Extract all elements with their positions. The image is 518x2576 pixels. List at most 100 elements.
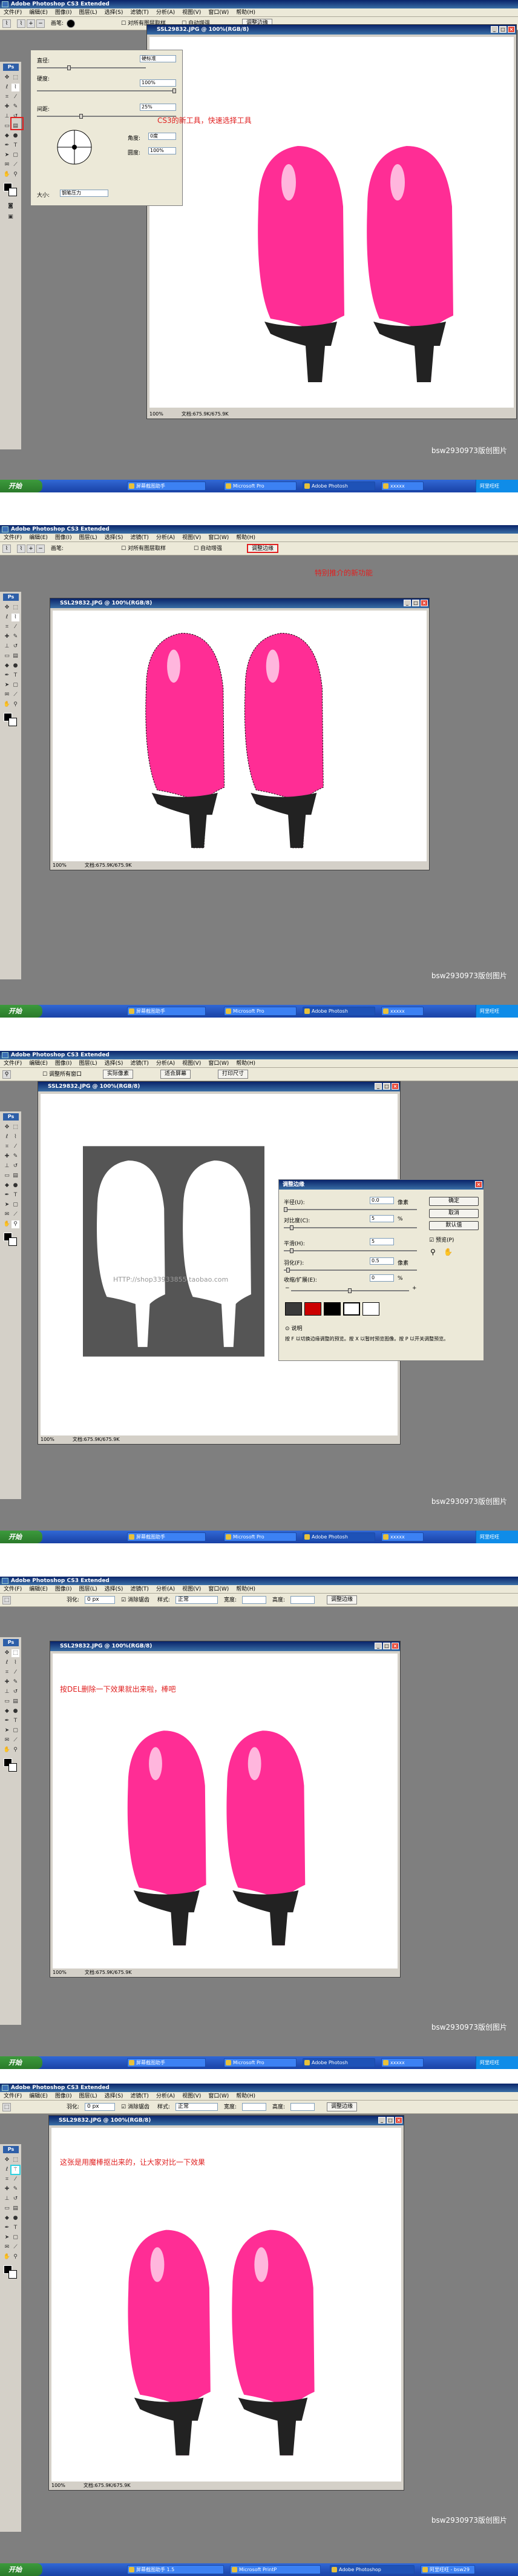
eraser-tool-icon[interactable]: ▭ [3,652,11,660]
menu-help[interactable]: 帮助(H) [232,1059,259,1068]
taskbar-item[interactable]: xxxxx [381,1532,424,1541]
maximize-icon[interactable]: □ [383,1083,390,1090]
taskbar-item[interactable]: xxxxx [381,1007,424,1016]
pen-tool-icon[interactable]: ✒ [3,672,11,680]
subtract-selection-icon[interactable]: − [36,545,45,553]
tray-label[interactable]: 阿里旺旺 [480,2060,499,2065]
crop-tool-icon[interactable]: ⌗ [3,2176,11,2184]
menu-select[interactable]: 选择(S) [101,1059,127,1068]
angle-input[interactable]: 0度 [148,133,176,140]
lasso-tool-icon[interactable]: ℓ [3,1133,11,1141]
menu-help[interactable]: 帮助(H) [232,534,259,542]
image-canvas[interactable] [149,37,514,408]
stamp-tool-icon[interactable]: ⊥ [3,1162,11,1170]
gradient-tool-icon[interactable]: ▤ [11,1698,19,1706]
close-icon[interactable]: × [421,600,428,606]
type-tool-icon[interactable]: T [11,1717,19,1725]
start-button[interactable]: 开始 [0,480,42,492]
menu-view[interactable]: 视图(V) [179,1059,205,1068]
add-selection-icon[interactable]: + [27,19,35,28]
taskbar-item[interactable]: xxxxx [381,2058,424,2067]
hand-icon[interactable]: ✋ [444,1248,453,1256]
crop-tool-icon[interactable]: ⌗ [3,623,11,631]
maximize-icon[interactable]: □ [499,26,507,33]
healing-brush-icon[interactable]: ✚ [3,1678,11,1686]
brush-angle-preview-icon[interactable] [55,128,94,167]
move-tool-icon[interactable]: ✥ [3,2156,11,2164]
shape-tool-icon[interactable]: ▢ [11,151,19,159]
blur-tool-icon[interactable]: ◆ [3,132,11,140]
width-input[interactable] [242,2103,266,2111]
eyedropper-tool-icon[interactable]: ⟋ [11,1211,19,1219]
taskbar-item[interactable]: 屏幕截图助手 [127,482,206,491]
smooth-knob[interactable] [290,1248,293,1253]
taskbar-item[interactable]: Microsoft Pro [224,482,297,491]
menu-view[interactable]: 视图(V) [179,1585,205,1594]
subtract-selection-icon[interactable]: − [36,19,45,28]
standard-preview-icon[interactable] [285,1302,302,1316]
history-brush-icon[interactable]: ↺ [11,643,19,651]
eraser-tool-icon[interactable]: ▭ [3,2205,11,2213]
menu-filter[interactable]: 滤镜(T) [126,1585,152,1594]
marquee-tool-icon[interactable]: ⬚ [2,1596,11,1604]
menu-layer[interactable]: 图层(L) [76,1059,101,1068]
width-input[interactable] [242,1596,266,1604]
blur-tool-icon[interactable]: ◆ [3,1182,11,1190]
menu-view[interactable]: 视图(V) [179,8,205,17]
quick-selection-tool-icon[interactable]: ⌇ [11,614,19,621]
brush-tool-icon[interactable]: ✎ [11,633,19,641]
healing-brush-icon[interactable]: ✚ [3,1153,11,1161]
taskbar-item[interactable]: Adobe Photoshop [330,2565,415,2574]
zoom-level[interactable]: 100% [149,410,163,419]
actual-pixels-button[interactable]: 实际像素 [103,1070,134,1079]
background-color-swatch[interactable] [8,1763,17,1772]
radius-knob[interactable] [284,1207,287,1212]
menu-edit[interactable]: 编辑(E) [25,1585,51,1594]
hand-tool-icon[interactable]: ✋ [3,1746,11,1754]
background-color-swatch[interactable] [8,1237,17,1246]
minimize-icon[interactable]: _ [375,1083,382,1090]
menu-analysis[interactable]: 分析(A) [152,534,179,542]
zoom-level[interactable]: 100% [53,1968,67,1977]
antialias-checkbox[interactable]: ☑ 消除锯齿 [121,2103,149,2111]
slice-tool-icon[interactable]: ⁄ [11,2176,19,2184]
path-select-icon[interactable]: ➤ [3,2234,11,2242]
eyedropper-tool-icon[interactable]: ⟋ [11,691,19,699]
menu-file[interactable]: 文件(F) [0,2092,25,2101]
brush-tool-icon[interactable]: ✎ [11,103,19,111]
close-icon[interactable]: × [475,1181,482,1188]
menu-edit[interactable]: 编辑(E) [25,534,51,542]
zoom-level[interactable]: 100% [53,861,67,870]
antialias-checkbox[interactable]: ☑ 消除锯齿 [121,1596,149,1604]
dodge-tool-icon[interactable]: ● [11,132,19,140]
history-brush-icon[interactable]: ↺ [11,2195,19,2203]
lasso-tool-icon[interactable]: ℓ [3,2166,11,2174]
feather-knob[interactable] [286,1268,290,1273]
marquee-tool-icon[interactable]: ⬚ [11,1649,19,1657]
marquee-tool-icon[interactable]: ⬚ [11,1124,19,1131]
taskbar-item[interactable]: 屏幕截图助手 [127,1007,206,1016]
menu-image[interactable]: 图像(I) [51,1059,76,1068]
feather-input[interactable]: 0.5 [370,1257,394,1265]
brush-tool-icon[interactable]: ✎ [11,1153,19,1161]
radius-input[interactable]: 0.0 [370,1197,394,1204]
menu-analysis[interactable]: 分析(A) [152,1059,179,1068]
history-brush-icon[interactable]: ↺ [11,1162,19,1170]
notes-tool-icon[interactable]: ✉ [3,1211,11,1219]
type-tool-icon[interactable]: T [11,672,19,680]
new-selection-icon[interactable]: ⌇ [17,545,25,553]
zoom-icon[interactable]: ⚲ [430,1248,436,1256]
type-tool-icon[interactable]: T [11,142,19,150]
hardness-knob[interactable] [172,88,176,93]
gradient-tool-icon[interactable]: ▤ [11,2205,19,2213]
minimize-icon[interactable]: _ [404,600,411,606]
height-input[interactable] [290,1596,315,1604]
menu-image[interactable]: 图像(I) [51,2092,76,2101]
menu-analysis[interactable]: 分析(A) [152,2092,179,2101]
taskbar-item[interactable]: 屏幕截图助手 1.5 [127,2565,224,2574]
taskbar-item[interactable]: Microsoft PrintP [230,2565,321,2574]
feather-input[interactable]: 0 px [85,2103,115,2111]
hand-tool-icon[interactable]: ✋ [3,701,11,709]
eraser-tool-icon[interactable]: ▭ [3,1698,11,1706]
path-select-icon[interactable]: ➤ [3,1727,11,1735]
